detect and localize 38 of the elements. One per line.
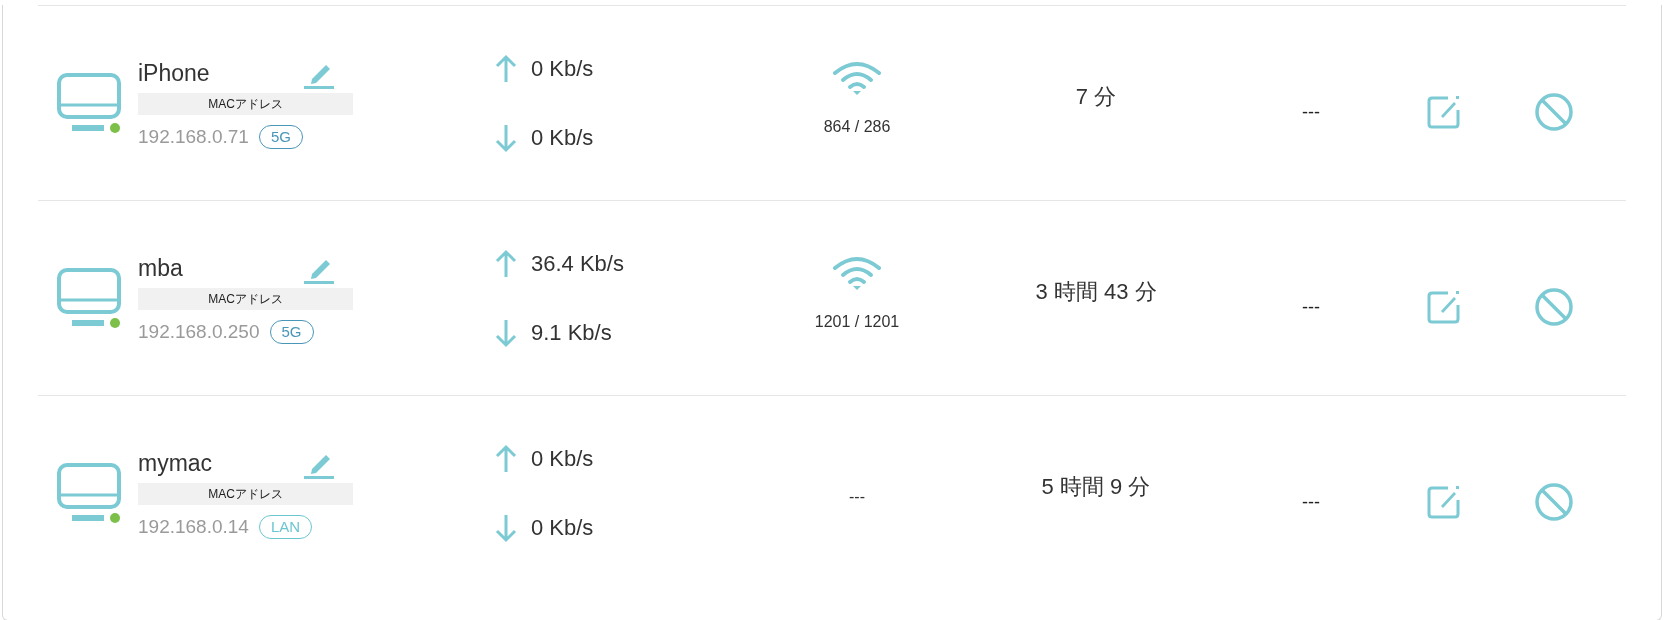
upload-arrow-icon bbox=[495, 53, 517, 84]
connected-duration: 3 時間 43 分 bbox=[1035, 277, 1157, 306]
wifi-icon bbox=[832, 256, 882, 292]
upload-speed: 0 Kb/s bbox=[531, 55, 594, 83]
edit-icon[interactable] bbox=[1426, 289, 1462, 325]
download-speed: 9.1 Kb/s bbox=[531, 319, 612, 347]
edit-icon[interactable] bbox=[1426, 94, 1462, 130]
block-icon[interactable] bbox=[1534, 92, 1574, 132]
upload-arrow-icon bbox=[495, 443, 517, 474]
ip-address: 192.168.0.250 bbox=[138, 319, 260, 344]
ip-address: 192.168.0.71 bbox=[138, 124, 249, 149]
limit-value: --- bbox=[1302, 100, 1320, 124]
download-arrow-icon bbox=[495, 122, 517, 153]
block-icon[interactable] bbox=[1534, 287, 1574, 327]
download-speed: 0 Kb/s bbox=[531, 124, 594, 152]
link-rate: 864 / 286 bbox=[823, 117, 891, 137]
link-rate: --- bbox=[849, 487, 865, 507]
device-name: mymac bbox=[138, 448, 213, 477]
link-rate: 1201 / 1201 bbox=[814, 312, 900, 332]
connected-duration: 5 時間 9 分 bbox=[1041, 472, 1151, 501]
device-name: iPhone bbox=[138, 58, 210, 87]
upload-arrow-icon bbox=[495, 248, 517, 279]
limit-value: --- bbox=[1302, 295, 1320, 319]
block-icon[interactable] bbox=[1534, 482, 1574, 522]
edit-icon[interactable] bbox=[1426, 484, 1462, 520]
download-arrow-icon bbox=[495, 317, 517, 348]
mac-address-field: MACアドレス bbox=[138, 92, 353, 115]
download-speed: 0 Kb/s bbox=[531, 514, 594, 542]
download-arrow-icon bbox=[495, 512, 517, 543]
wifi-icon bbox=[832, 61, 882, 97]
upload-speed: 0 Kb/s bbox=[531, 445, 594, 473]
connected-duration: 7 分 bbox=[1075, 82, 1117, 111]
ip-address: 192.168.0.14 bbox=[138, 514, 249, 539]
mac-address-field: MACアドレス bbox=[138, 482, 353, 505]
device-name: mba bbox=[138, 253, 183, 282]
upload-speed: 36.4 Kb/s bbox=[531, 250, 624, 278]
limit-value: --- bbox=[1302, 490, 1320, 514]
mac-address-field: MACアドレス bbox=[138, 287, 353, 310]
